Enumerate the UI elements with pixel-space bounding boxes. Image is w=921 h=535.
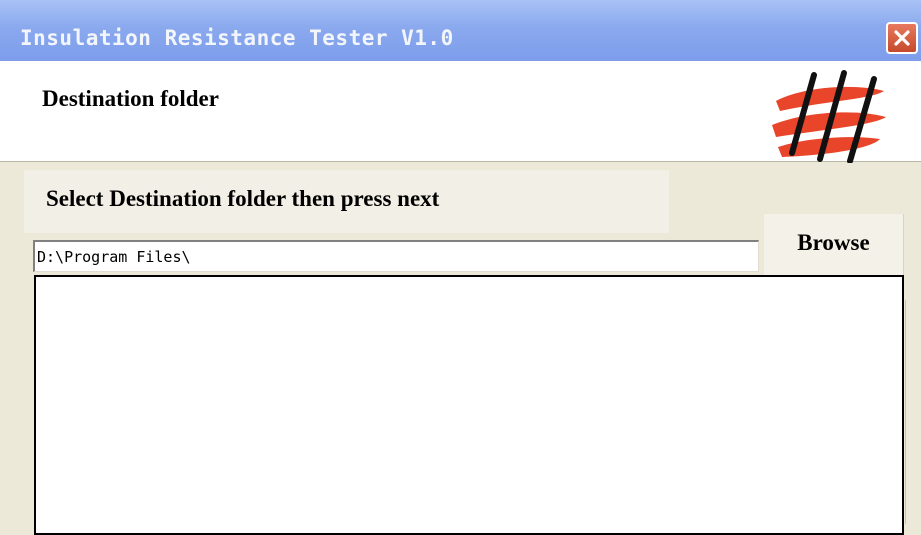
scrollbar[interactable] [905,300,921,524]
brand-logo-icon [772,70,886,163]
folder-tree[interactable] [34,275,904,535]
wizard-header: Destination folder [0,61,921,163]
close-button[interactable] [886,22,918,54]
window-title: Insulation Resistance Tester V1.0 [20,26,454,50]
close-icon [894,30,910,46]
page-title: Destination folder [42,86,219,111]
destination-path-field[interactable] [33,240,759,272]
instruction-panel: Select Destination folder then press nex… [24,170,669,233]
instruction-text: Select Destination folder then press nex… [46,186,440,211]
browse-button[interactable]: Browse [764,214,904,276]
installer-window: Insulation Resistance Tester V1.0 Destin… [0,0,921,535]
title-bar[interactable]: Insulation Resistance Tester V1.0 [0,0,921,61]
